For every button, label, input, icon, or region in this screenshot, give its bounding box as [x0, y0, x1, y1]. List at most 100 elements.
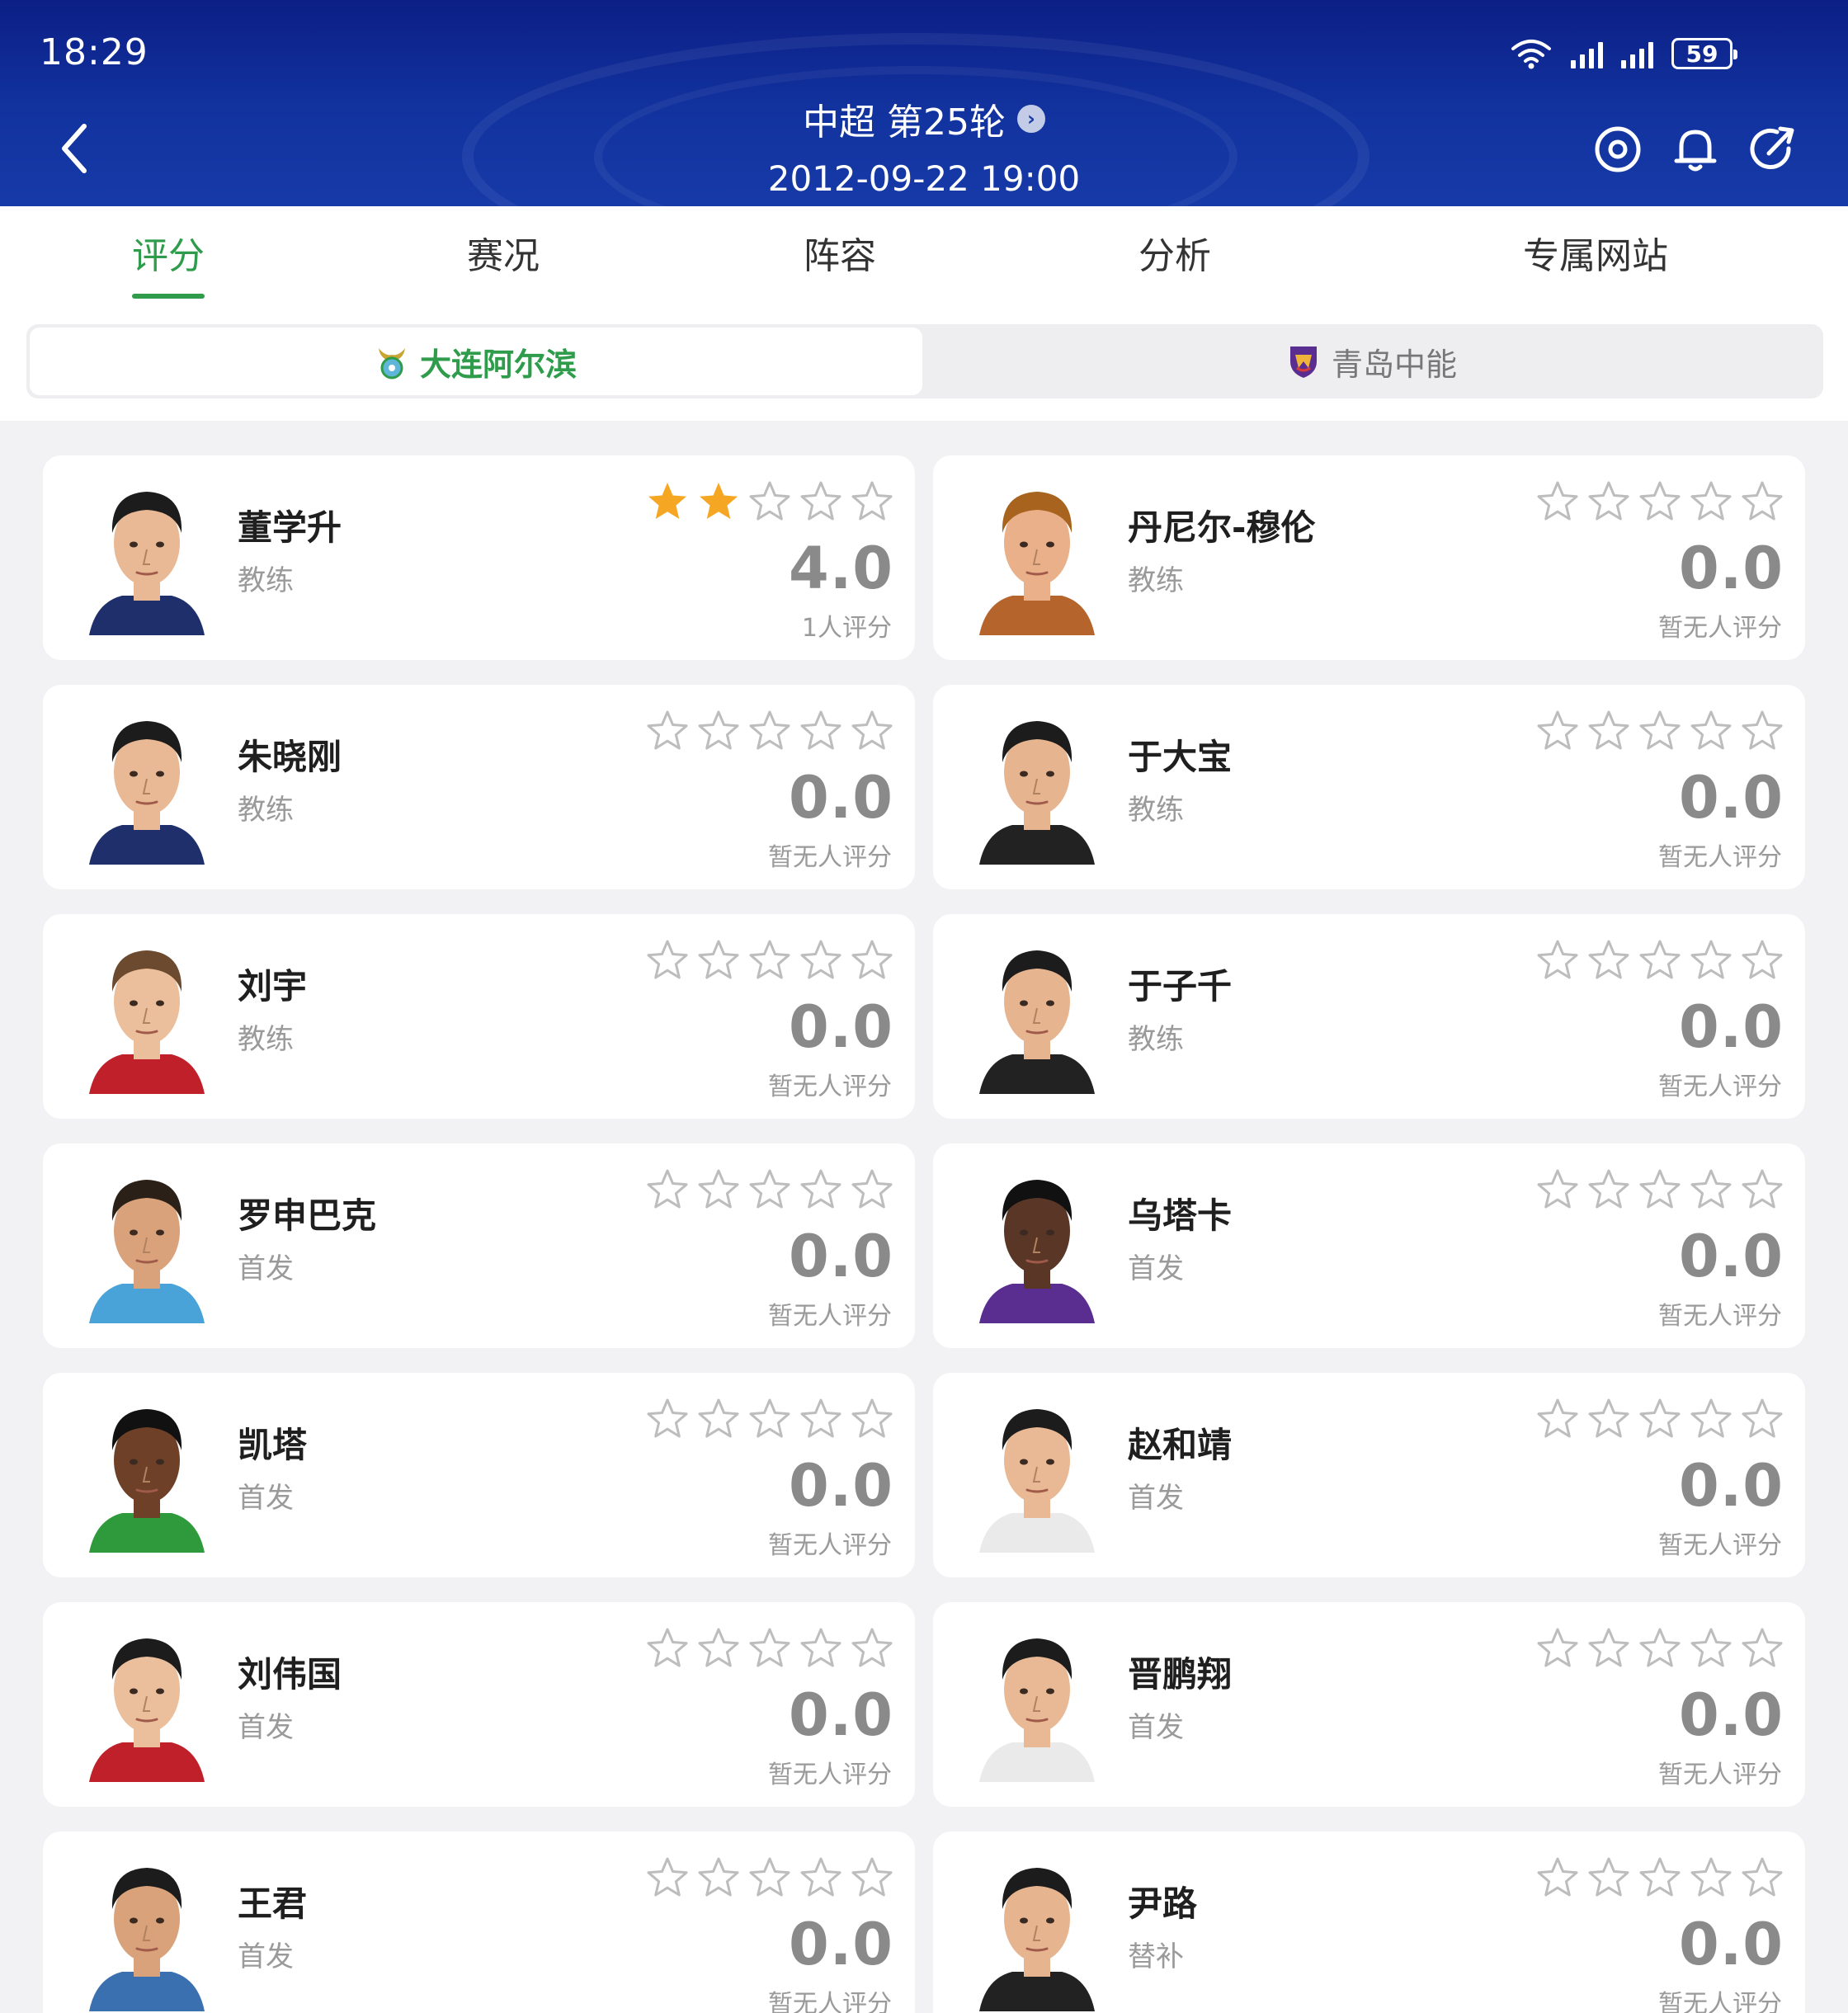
star-outline-icon[interactable]	[1638, 710, 1681, 752]
star-outline-icon[interactable]	[1690, 710, 1732, 752]
star-outline-icon[interactable]	[1741, 710, 1784, 752]
star-outline-icon[interactable]	[1638, 1398, 1681, 1440]
star-outline-icon[interactable]	[646, 1627, 689, 1670]
player-rating-card-3[interactable]: 朱晓刚 教练 0.0 暂无人评分	[43, 685, 915, 889]
star-outline-icon[interactable]	[851, 1398, 893, 1440]
tab-live[interactable]: 赛况	[467, 226, 540, 279]
rating-stars[interactable]	[1536, 939, 1784, 982]
star-outline-icon[interactable]	[1690, 1627, 1732, 1670]
star-outline-icon[interactable]	[748, 1398, 791, 1440]
star-outline-icon[interactable]	[851, 1168, 893, 1211]
player-rating-card-8[interactable]: 乌塔卡 首发 0.0 暂无人评分	[933, 1143, 1805, 1348]
star-outline-icon[interactable]	[1690, 1398, 1732, 1440]
player-rating-card-5[interactable]: 刘宇 教练 0.0 暂无人评分	[43, 914, 915, 1119]
rating-stars[interactable]	[1536, 1627, 1784, 1670]
star-outline-icon[interactable]	[1536, 1398, 1579, 1440]
player-rating-card-6[interactable]: 于子千 教练 0.0 暂无人评分	[933, 914, 1805, 1119]
star-outline-icon[interactable]	[851, 1856, 893, 1899]
star-outline-icon[interactable]	[799, 1398, 842, 1440]
star-outline-icon[interactable]	[1638, 1627, 1681, 1670]
target-icon[interactable]	[1592, 124, 1643, 175]
star-outline-icon[interactable]	[1741, 1627, 1784, 1670]
star-outline-icon[interactable]	[748, 1627, 791, 1670]
star-outline-icon[interactable]	[799, 710, 842, 752]
star-outline-icon[interactable]	[748, 1168, 791, 1211]
player-rating-card-13[interactable]: 王君 首发 0.0 暂无人评分	[43, 1832, 915, 2013]
player-rating-card-9[interactable]: 凯塔 首发 0.0 暂无人评分	[43, 1373, 915, 1577]
star-outline-icon[interactable]	[1690, 1168, 1732, 1211]
player-rating-card-11[interactable]: 刘伟国 首发 0.0 暂无人评分	[43, 1602, 915, 1807]
tab-lineup[interactable]: 阵容	[804, 226, 876, 279]
star-outline-icon[interactable]	[748, 939, 791, 982]
star-outline-icon[interactable]	[799, 1856, 842, 1899]
star-outline-icon[interactable]	[748, 1856, 791, 1899]
rating-stars[interactable]	[646, 1168, 893, 1211]
star-outline-icon[interactable]	[1536, 1168, 1579, 1211]
star-outline-icon[interactable]	[1741, 1856, 1784, 1899]
tab-rating[interactable]: 评分	[132, 226, 205, 279]
star-outline-icon[interactable]	[748, 480, 791, 523]
star-outline-icon[interactable]	[697, 939, 740, 982]
rating-stars[interactable]	[1536, 1168, 1784, 1211]
rating-stars[interactable]	[646, 939, 893, 982]
rating-stars[interactable]	[646, 1627, 893, 1670]
player-rating-card-12[interactable]: 晋鹏翔 首发 0.0 暂无人评分	[933, 1602, 1805, 1807]
star-outline-icon[interactable]	[799, 939, 842, 982]
share-icon[interactable]	[1747, 124, 1798, 175]
star-filled-icon[interactable]	[646, 480, 689, 523]
star-outline-icon[interactable]	[1536, 1627, 1579, 1670]
rating-stars[interactable]	[646, 480, 893, 523]
rating-stars[interactable]	[646, 1398, 893, 1440]
star-outline-icon[interactable]	[799, 480, 842, 523]
star-outline-icon[interactable]	[851, 710, 893, 752]
star-outline-icon[interactable]	[1638, 1856, 1681, 1899]
star-outline-icon[interactable]	[1587, 1856, 1630, 1899]
rating-stars[interactable]	[1536, 1856, 1784, 1899]
star-outline-icon[interactable]	[851, 939, 893, 982]
player-rating-card-2[interactable]: 丹尼尔-穆伦 教练 0.0 暂无人评分	[933, 455, 1805, 660]
team-tab-home[interactable]: 大连阿尔滨	[30, 328, 922, 395]
star-outline-icon[interactable]	[1587, 1627, 1630, 1670]
player-rating-card-10[interactable]: 赵和靖 首发 0.0 暂无人评分	[933, 1373, 1805, 1577]
star-outline-icon[interactable]	[697, 1168, 740, 1211]
star-outline-icon[interactable]	[1587, 710, 1630, 752]
star-outline-icon[interactable]	[1690, 480, 1732, 523]
star-outline-icon[interactable]	[697, 1398, 740, 1440]
star-outline-icon[interactable]	[1587, 1168, 1630, 1211]
star-outline-icon[interactable]	[851, 1627, 893, 1670]
star-outline-icon[interactable]	[799, 1168, 842, 1211]
star-outline-icon[interactable]	[1638, 939, 1681, 982]
rating-stars[interactable]	[1536, 1398, 1784, 1440]
star-outline-icon[interactable]	[1536, 480, 1579, 523]
star-outline-icon[interactable]	[646, 1168, 689, 1211]
player-rating-card-14[interactable]: 尹路 替补 0.0 暂无人评分	[933, 1832, 1805, 2013]
rating-stars[interactable]	[646, 1856, 893, 1899]
star-outline-icon[interactable]	[851, 480, 893, 523]
star-outline-icon[interactable]	[1690, 939, 1732, 982]
star-outline-icon[interactable]	[1587, 1398, 1630, 1440]
rating-stars[interactable]	[646, 710, 893, 752]
match-round-title[interactable]: 中超 第25轮 ›	[803, 92, 1045, 145]
tab-official-site[interactable]: 专属网站	[1523, 226, 1668, 279]
star-outline-icon[interactable]	[646, 1856, 689, 1899]
star-outline-icon[interactable]	[1741, 939, 1784, 982]
star-outline-icon[interactable]	[1536, 939, 1579, 982]
star-filled-icon[interactable]	[697, 480, 740, 523]
rating-stars[interactable]	[1536, 480, 1784, 523]
star-outline-icon[interactable]	[697, 1627, 740, 1670]
star-outline-icon[interactable]	[1741, 480, 1784, 523]
player-rating-card-7[interactable]: 罗申巴克 首发 0.0 暂无人评分	[43, 1143, 915, 1348]
star-outline-icon[interactable]	[1690, 1856, 1732, 1899]
star-outline-icon[interactable]	[748, 710, 791, 752]
player-rating-card-4[interactable]: 于大宝 教练 0.0 暂无人评分	[933, 685, 1805, 889]
star-outline-icon[interactable]	[1587, 939, 1630, 982]
star-outline-icon[interactable]	[1741, 1168, 1784, 1211]
star-outline-icon[interactable]	[697, 710, 740, 752]
team-tab-away[interactable]: 青岛中能	[924, 328, 1820, 395]
star-outline-icon[interactable]	[646, 1398, 689, 1440]
star-outline-icon[interactable]	[646, 710, 689, 752]
bell-icon[interactable]	[1670, 124, 1721, 175]
star-outline-icon[interactable]	[1536, 710, 1579, 752]
star-outline-icon[interactable]	[1638, 1168, 1681, 1211]
star-outline-icon[interactable]	[1741, 1398, 1784, 1440]
